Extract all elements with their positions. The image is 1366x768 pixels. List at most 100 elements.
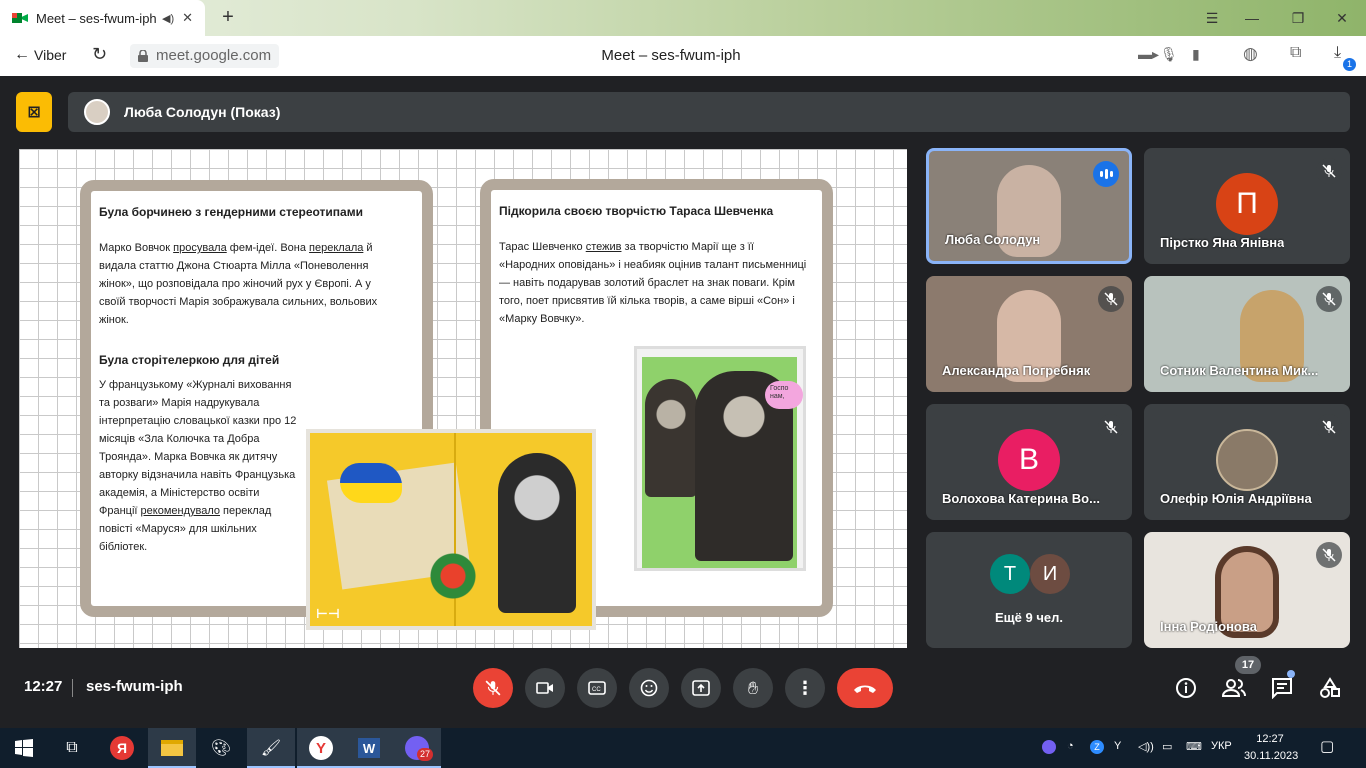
mic-off-icon — [1316, 158, 1342, 184]
speech-bubble: Госпо нам, — [765, 381, 803, 409]
mic-toggle-button[interactable] — [473, 668, 513, 708]
book-logo-icon: ⊢⊣ — [316, 606, 340, 621]
close-window-button[interactable]: ✕ — [1320, 0, 1364, 36]
participant-name: Пірстко Яна Янівна — [1160, 235, 1285, 250]
presenter-label: Люба Солодун (Показ) — [124, 104, 281, 120]
audio-playing-icon[interactable]: ◀︎) — [162, 12, 174, 25]
tab-search-icon[interactable]: ☰ — [1190, 0, 1234, 36]
participant-tile[interactable]: Люба Солодун — [926, 148, 1132, 264]
ukraine-map-heart-icon — [340, 463, 402, 503]
participants-count-badge: 17 — [1235, 656, 1261, 674]
videocam-icon — [536, 682, 553, 694]
camera-indicator-icon[interactable]: ▬▸ — [1138, 46, 1159, 63]
windows-logo-icon — [15, 739, 33, 757]
mic-off-icon — [1098, 286, 1124, 312]
participant-photo-avatar — [1216, 429, 1278, 491]
stop-presenting-icon[interactable]: ⊠ — [16, 92, 52, 132]
captions-button[interactable]: CC — [577, 668, 617, 708]
participant-tile[interactable]: Александра Погребняк — [926, 276, 1132, 392]
new-tab-button[interactable]: + — [216, 6, 240, 30]
file-explorer-icon[interactable] — [148, 728, 196, 768]
more-participants-tile[interactable]: Т И Ещё 9 чел. — [926, 532, 1132, 648]
leave-call-button[interactable] — [837, 668, 893, 708]
bookmark-icon[interactable]: ▮ — [1192, 46, 1200, 63]
call-end-icon — [854, 685, 876, 693]
chat-notification-dot — [1287, 670, 1295, 678]
participant-mini-avatar: И — [1030, 554, 1070, 594]
mic-off-icon — [1316, 542, 1342, 568]
people-icon[interactable] — [1222, 676, 1246, 700]
participant-avatar: П — [1216, 173, 1278, 235]
globe-icon[interactable]: ◍ — [1243, 44, 1258, 64]
card1-paragraph1: Марко Вовчок просувала фем-ідеї. Вона пе… — [99, 242, 378, 326]
notifications-icon[interactable]: ▢ — [1320, 737, 1334, 755]
address-bar-row: ← Viber ↻ meet.google.com Meet – ses-fwu… — [0, 36, 1366, 76]
present-screen-button[interactable] — [681, 668, 721, 708]
participant-avatar: В — [998, 429, 1060, 491]
close-tab-icon[interactable]: ✕ — [182, 10, 193, 26]
participant-name: Інна Родіонова — [1160, 619, 1257, 634]
chat-icon[interactable] — [1270, 676, 1294, 700]
more-options-button[interactable]: ⋮ — [785, 668, 825, 708]
yandex-browser-icon[interactable]: Y — [297, 728, 345, 768]
keyboard-icon[interactable]: ⌨ — [1186, 740, 1202, 753]
viber-badge: 27 — [417, 748, 434, 761]
meet-favicon-icon — [12, 10, 28, 26]
card1-heading1: Була борчинею з гендерними стереотипами — [99, 205, 363, 219]
paint-open-icon[interactable]: 🖌︎ — [247, 728, 295, 768]
mic-off-icon — [485, 680, 501, 696]
poster-collage-image: Госпо нам, — [634, 346, 806, 571]
presenter-bar: Люба Солодун (Показ) — [68, 92, 1350, 132]
battery-icon[interactable]: ▭ — [1162, 740, 1172, 753]
meeting-details-icon[interactable] — [1174, 676, 1198, 700]
windows-taskbar: ⧉ Я 🎨︎ 🖌︎ Y W 27 ◔ Z Y ◁)) ▭ ⌨ УКР 12:27… — [0, 728, 1366, 768]
meeting-code: ses-fwum-iph — [86, 678, 183, 695]
clock-date: 30.11.2023 — [1244, 750, 1299, 762]
speaking-indicator-icon — [1093, 161, 1119, 187]
participant-tile[interactable]: П Пірстко Яна Янівна — [1144, 148, 1350, 264]
speaker-icon[interactable]: ◁)) — [1138, 740, 1154, 753]
extensions-icon[interactable]: ⧉ — [1290, 44, 1301, 62]
activities-icon[interactable] — [1318, 676, 1342, 700]
woman-portrait-illustration — [645, 379, 697, 497]
minimize-button[interactable]: — — [1230, 0, 1274, 36]
participant-tile[interactable]: Сотник Валентина Мик... — [1144, 276, 1350, 392]
more-vert-icon: ⋮ — [796, 677, 814, 698]
zoom-tray-icon[interactable]: Z — [1090, 740, 1104, 754]
download-icon[interactable]: ⤓ — [1334, 44, 1341, 62]
tab-title: Meet – ses-fwum-iph — [36, 10, 156, 26]
card2-paragraph: Тарас Шевченко стежив за творчістю Марії… — [499, 241, 807, 325]
flowers-illustration — [430, 553, 476, 599]
start-button[interactable] — [0, 728, 48, 768]
viber-icon[interactable]: 27 — [393, 728, 441, 768]
word-icon[interactable]: W — [345, 728, 393, 768]
closed-captions-icon: CC — [588, 681, 606, 695]
clock-time: 12:27 — [1256, 733, 1284, 745]
presenter-avatar — [84, 99, 110, 125]
reactions-button[interactable] — [629, 668, 669, 708]
participant-tile[interactable]: Олефір Юлія Андріївна — [1144, 404, 1350, 520]
mic-indicator-icon[interactable]: 🎙 — [1160, 46, 1178, 63]
paint-app-icon[interactable]: 🎨︎ — [197, 728, 245, 768]
portrait-illustration — [498, 453, 576, 613]
camera-toggle-button[interactable] — [525, 668, 565, 708]
mic-off-icon — [1098, 414, 1124, 440]
browser-tab-meet[interactable]: Meet – ses-fwum-iph ◀︎) ✕ — [0, 0, 205, 36]
participant-tile[interactable]: Інна Родіонова — [1144, 532, 1350, 648]
yandex-tray-icon[interactable]: Y — [1114, 740, 1121, 752]
wifi-icon[interactable]: ◔ — [1067, 740, 1074, 752]
task-view-icon[interactable]: ⧉ — [48, 728, 96, 768]
language-indicator[interactable]: УКР — [1211, 740, 1232, 752]
present-to-all-icon — [692, 680, 710, 696]
yandex-icon[interactable]: Я — [98, 728, 146, 768]
restore-button[interactable]: ❐ — [1276, 0, 1320, 36]
raise-hand-button[interactable]: ✋︎ — [733, 668, 773, 708]
svg-text:CC: CC — [592, 687, 601, 693]
participant-mini-avatar: Т — [990, 554, 1030, 594]
viber-tray-icon[interactable] — [1042, 740, 1056, 757]
system-clock[interactable]: 12:27 30.11.2023 — [1244, 731, 1299, 765]
participant-name: Александра Погребняк — [942, 363, 1091, 378]
browser-tab-strip: Meet – ses-fwum-iph ◀︎) ✕ + ☰ — ❐ ✕ — [0, 0, 1366, 36]
more-participants-label: Ещё 9 чел. — [995, 610, 1063, 625]
participant-tile[interactable]: В Волохова Катерина Во... — [926, 404, 1132, 520]
